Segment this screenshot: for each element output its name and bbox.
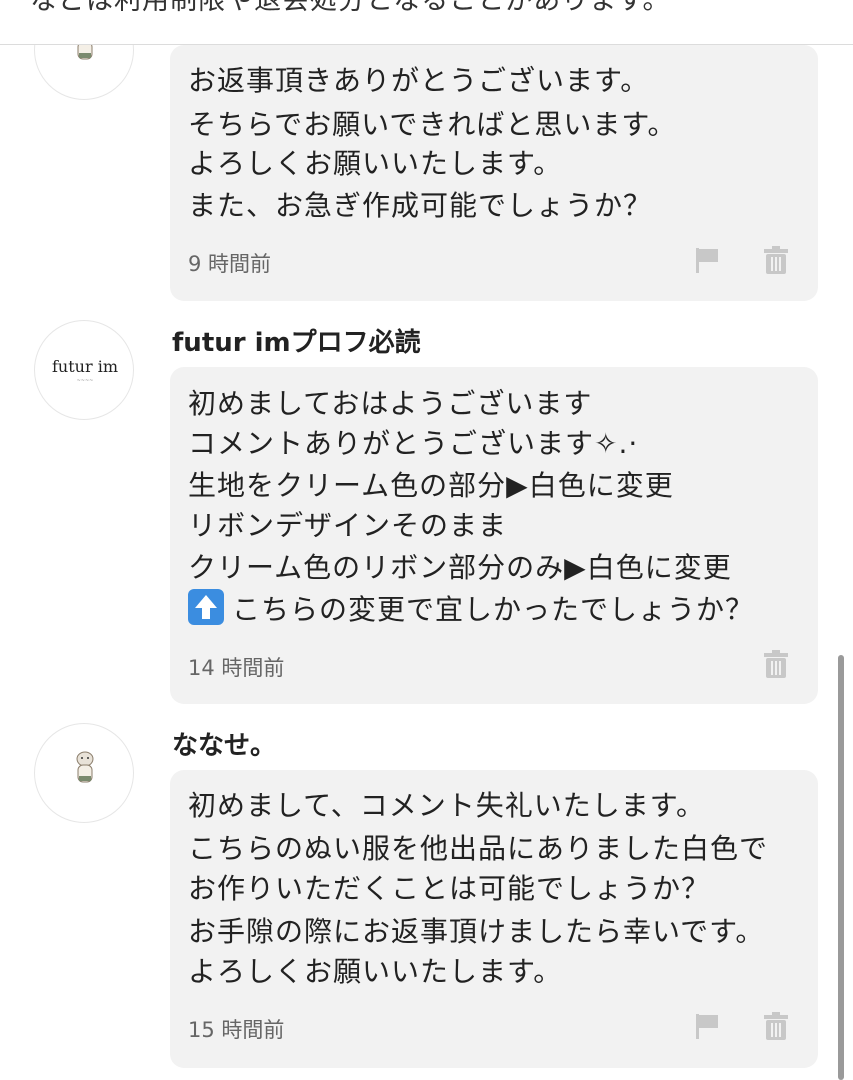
comment-text: よろしくお願いいたします。 bbox=[188, 147, 563, 180]
notice-bar: などは利用制限や退会処分となることがあります。 bbox=[0, 0, 853, 45]
trash-icon[interactable] bbox=[763, 245, 789, 275]
flag-icon[interactable] bbox=[694, 1012, 720, 1040]
comment-bubble: 初めまして、コメント失礼いたします。 こちらのぬい服を他出品にありました白色で … bbox=[170, 770, 818, 1068]
comment-text: 初めまして、コメント失礼いたします。 bbox=[188, 789, 705, 822]
comment-bubble: 初めましておはようございます コメントありがとうございます✧.· 生地をクリーム… bbox=[170, 367, 818, 704]
comment-text: リボンデザインそのまま bbox=[188, 509, 508, 542]
comment-timestamp: 14 時間前 bbox=[188, 656, 285, 680]
comment-page: などは利用制限や退会処分となることがあります。 お返事頂きありがとうございます。… bbox=[0, 0, 853, 1080]
comment-text: 初めましておはようございます bbox=[188, 387, 593, 420]
avatar[interactable]: futur im ~~~~ bbox=[34, 320, 134, 420]
comment-username[interactable]: ななせ。 bbox=[172, 725, 276, 762]
comment-text: また、お急ぎ作成可能でしょうか？ bbox=[188, 189, 653, 222]
comment-text-line: こちらの変更で宜しかったでしょうか？ bbox=[188, 589, 754, 630]
comment-text: こちらのぬい服を他出品にありました白色で bbox=[188, 832, 769, 865]
comment-text: こちらの変更で宜しかったでしょうか？ bbox=[232, 593, 755, 626]
shop-logo: futur im bbox=[52, 357, 118, 376]
comment-bubble: お返事頂きありがとうございます。 そちらでお願いできればと思います。 よろしくお… bbox=[170, 45, 818, 301]
comment-text: そちらでお願いできればと思います。 bbox=[188, 108, 677, 141]
up-arrow-emoji-icon bbox=[188, 589, 224, 625]
comment-timestamp: 9 時間前 bbox=[188, 252, 272, 276]
trash-icon[interactable] bbox=[763, 1011, 789, 1041]
trash-icon[interactable] bbox=[763, 649, 789, 679]
avatar[interactable] bbox=[34, 723, 134, 823]
bear-figure-icon bbox=[76, 751, 94, 783]
comment-text: よろしくお願いいたします。 bbox=[188, 955, 563, 988]
comment-text: お手隙の際にお返事頂けましたら幸いです。 bbox=[188, 915, 765, 948]
comment-text: クリーム色のリボン部分のみ▶白色に変更 bbox=[188, 551, 732, 584]
shop-logo-sub: ~~~~ bbox=[76, 378, 94, 384]
comment-username[interactable]: futur imプロフ必読 bbox=[172, 322, 421, 359]
scrollbar[interactable] bbox=[838, 655, 844, 1080]
comment-text: 生地をクリーム色の部分▶白色に変更 bbox=[188, 469, 674, 502]
flag-icon[interactable] bbox=[694, 246, 720, 274]
comment-text: お作りいただくことは可能でしょうか？ bbox=[188, 872, 711, 905]
comment-text: コメントありがとうございます✧.· bbox=[188, 427, 639, 460]
comment-timestamp: 15 時間前 bbox=[188, 1018, 285, 1042]
comment-text: お返事頂きありがとうございます。 bbox=[188, 64, 650, 97]
notice-text: などは利用制限や退会処分となることがあります。 bbox=[30, 0, 671, 16]
